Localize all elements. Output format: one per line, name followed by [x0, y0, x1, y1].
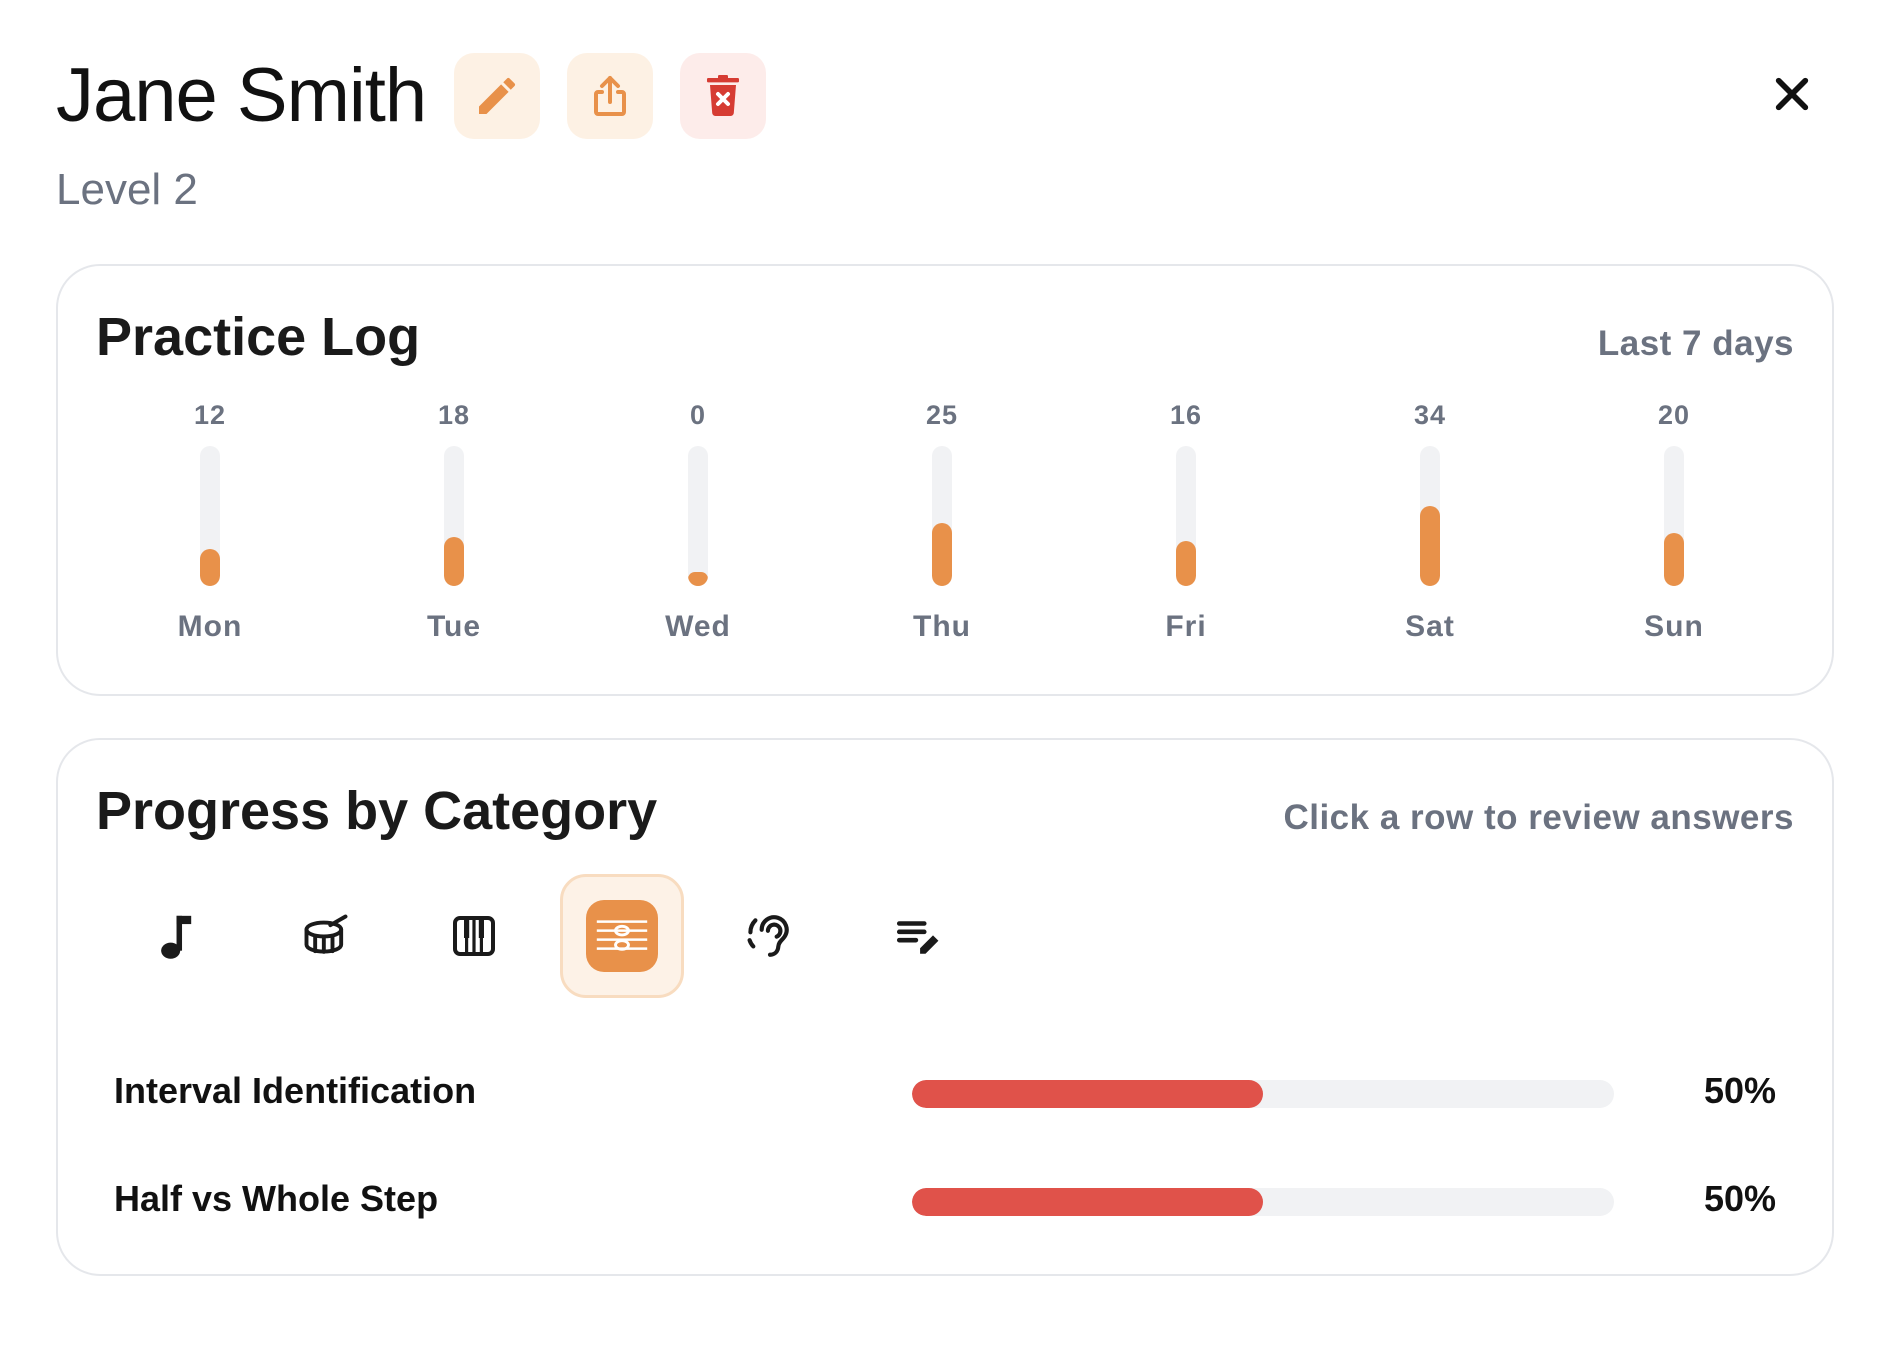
- drum-icon: [304, 914, 348, 954]
- progress-row-percent: 50%: [1703, 1178, 1776, 1219]
- progress-bar-fill: [912, 1188, 1263, 1216]
- day-label: Mon: [177, 610, 243, 643]
- day-bar-track: [1176, 446, 1196, 586]
- day-minutes: 18: [437, 400, 471, 430]
- category-tab-ear-training[interactable]: [708, 874, 832, 998]
- student-name: Jane Smith: [56, 53, 427, 138]
- day-label: Fri: [1165, 610, 1207, 643]
- day-bar: [1176, 541, 1196, 586]
- day-label: Wed: [665, 610, 731, 643]
- day-bar: [1420, 506, 1440, 586]
- day-minutes: 0: [689, 400, 707, 430]
- day-column-fri: 16 Fri: [1126, 400, 1246, 660]
- student-level: Level 2: [56, 165, 198, 214]
- progress-bar: [912, 1188, 1614, 1216]
- day-column-mon: 12 Mon: [150, 400, 270, 660]
- progress-row-label: Interval Identification: [114, 1070, 477, 1111]
- day-column-sat: 34 Sat: [1370, 400, 1490, 660]
- delete-button[interactable]: [680, 53, 767, 139]
- day-label: Thu: [913, 610, 971, 643]
- close-icon: [1775, 77, 1809, 111]
- category-tab-intervals[interactable]: [560, 874, 684, 998]
- progress-hint: Click a row to review answers: [1283, 798, 1794, 837]
- progress-row-interval-identification[interactable]: Interval Identification 50%: [78, 1052, 1812, 1132]
- day-bar-track: [200, 446, 220, 586]
- music-note-icon: [161, 915, 192, 959]
- edit-button[interactable]: [454, 53, 541, 139]
- day-column-tue: 18 Tue: [394, 400, 514, 660]
- day-bar-track: [1420, 446, 1440, 586]
- share-button[interactable]: [567, 53, 654, 139]
- day-bar: [200, 549, 220, 586]
- day-bar: [1664, 533, 1684, 586]
- practice-log-card: Practice Log Last 7 days 12 Mon 18 Tue 0 Wed 2…: [56, 264, 1834, 696]
- day-label: Sun: [1644, 610, 1704, 643]
- progress-row-percent: 50%: [1703, 1070, 1776, 1111]
- ear-listening-icon: [747, 915, 789, 957]
- trash-x-icon: [707, 75, 740, 117]
- close-button[interactable]: [1766, 68, 1818, 120]
- day-bar-track: [932, 446, 952, 586]
- day-minutes: 34: [1413, 400, 1447, 430]
- share-icon: [594, 76, 627, 116]
- day-bar-track: [1664, 446, 1684, 586]
- category-tab-rhythm[interactable]: [264, 874, 388, 998]
- day-bar: [688, 572, 708, 586]
- day-bar: [444, 537, 464, 586]
- practice-log-range: Last 7 days: [1597, 324, 1794, 363]
- student-header: Jane Smith Level 2: [56, 52, 1834, 232]
- category-tab-intervals-inner: [586, 900, 658, 972]
- practice-log-title: Practice Log: [96, 307, 421, 367]
- day-minutes: 20: [1657, 400, 1691, 430]
- day-minutes: 12: [193, 400, 227, 430]
- day-bar-track: [688, 446, 708, 586]
- progress-title: Progress by Category: [96, 781, 658, 841]
- progress-row-label: Half vs Whole Step: [114, 1178, 439, 1219]
- day-bar-track: [444, 446, 464, 586]
- day-column-sun: 20 Sun: [1614, 400, 1734, 660]
- day-label: Tue: [426, 610, 482, 643]
- name-row: Jane Smith: [56, 52, 1834, 140]
- day-minutes: 25: [925, 400, 959, 430]
- day-column-thu: 25 Thu: [882, 400, 1002, 660]
- category-tab-notation[interactable]: [856, 874, 980, 998]
- progress-card: Progress by Category Click a row to revi…: [56, 738, 1834, 1276]
- day-minutes: 16: [1169, 400, 1203, 430]
- staff-notes-icon: [596, 920, 648, 951]
- day-column-wed: 0 Wed: [638, 400, 758, 660]
- progress-bar-fill: [912, 1080, 1263, 1108]
- pencil-icon: [479, 77, 516, 114]
- student-detail-page: Jane Smith Level 2 Practice Log Last 7 d…: [0, 0, 1890, 1372]
- category-tab-note[interactable]: [116, 874, 240, 998]
- progress-row-half-vs-whole-step[interactable]: Half vs Whole Step 50%: [78, 1160, 1812, 1240]
- progress-bar: [912, 1080, 1614, 1108]
- list-edit-icon: [896, 921, 939, 954]
- piano-keys-icon: [453, 916, 495, 956]
- day-bar: [932, 523, 952, 586]
- day-label: Sat: [1405, 610, 1455, 643]
- category-tab-keyboard[interactable]: [412, 874, 536, 998]
